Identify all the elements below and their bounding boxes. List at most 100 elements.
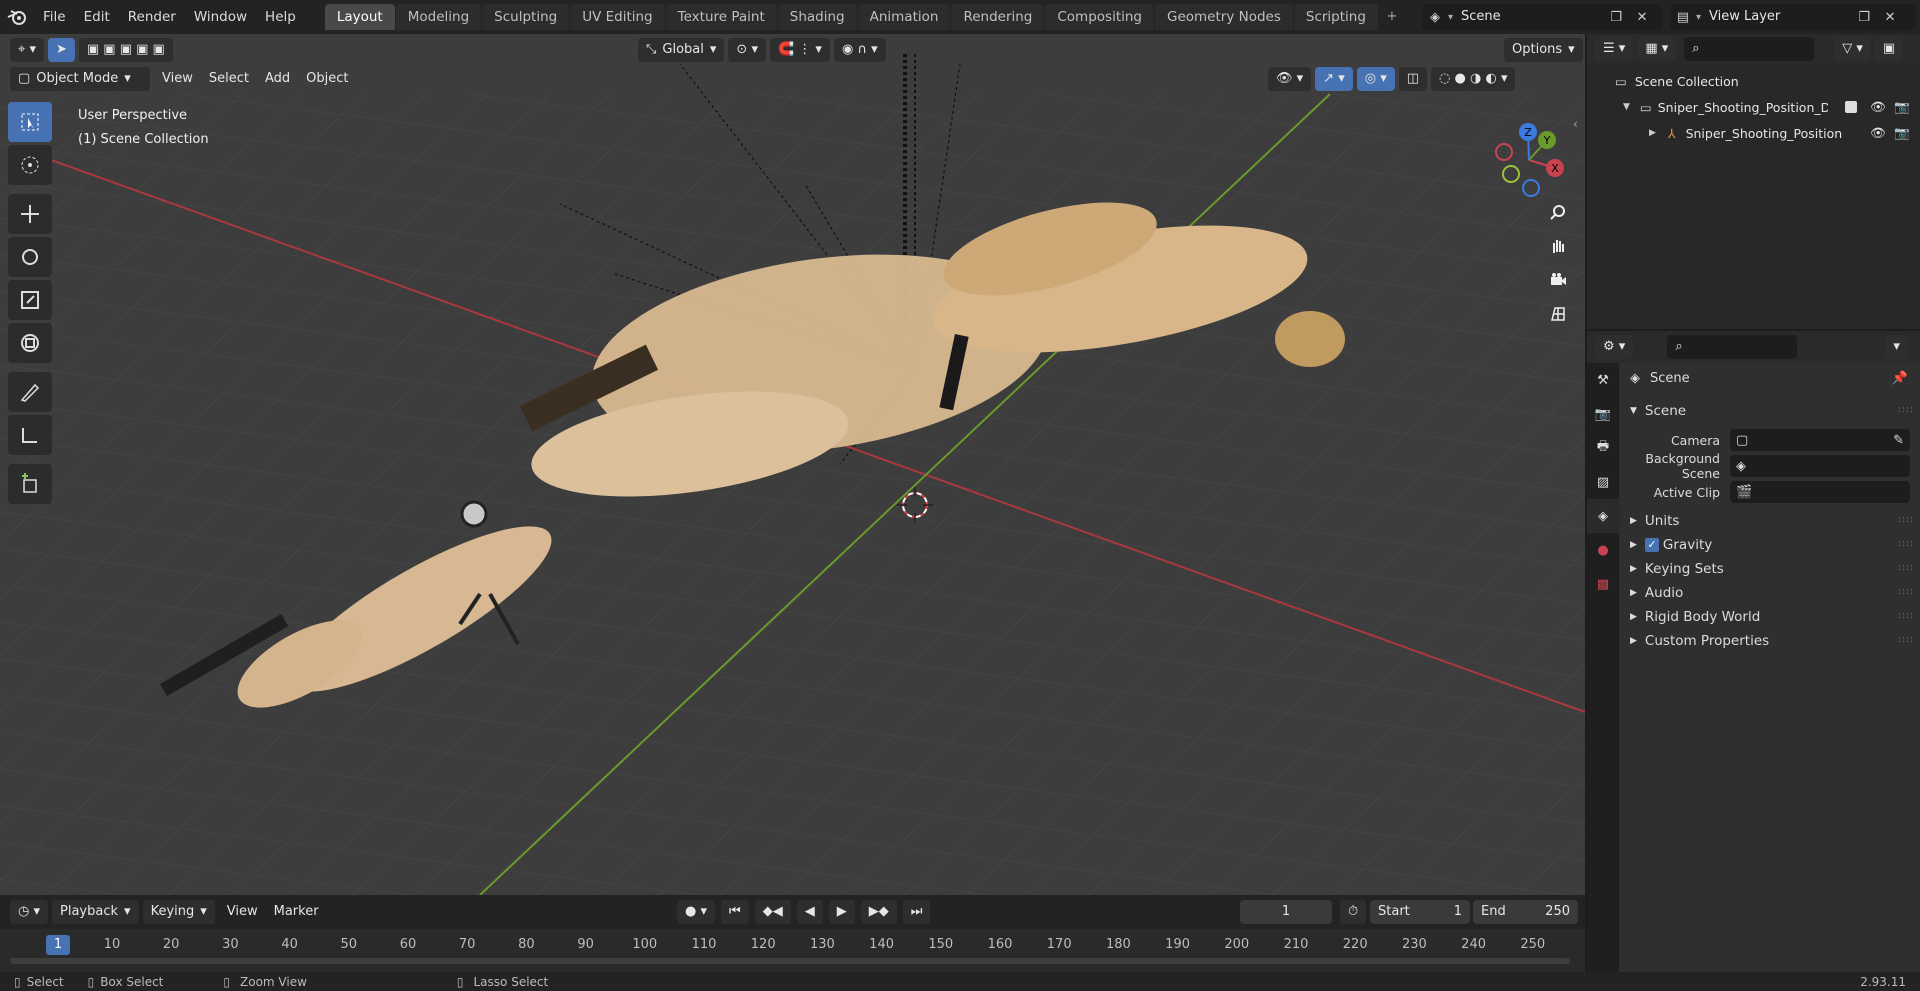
overlay-toggle-icon[interactable]: ◎ ▾ xyxy=(1356,67,1395,91)
new-collection-icon[interactable]: ▣ xyxy=(1874,37,1904,61)
outliner-editor-type-dropdown[interactable]: ☰ ▾ xyxy=(1595,37,1634,61)
active-clip-field[interactable]: 🎬 xyxy=(1730,481,1910,503)
zoom-icon[interactable] xyxy=(1543,197,1573,227)
play-icon[interactable]: ▶ xyxy=(828,900,855,924)
outliner-search-input[interactable]: ⌕ xyxy=(1684,37,1815,61)
world-tab-icon[interactable]: ● xyxy=(1587,533,1619,567)
rotate-tool-icon[interactable] xyxy=(8,237,52,277)
next-keyframe-icon[interactable]: ▶◆ xyxy=(860,900,897,924)
menu-object[interactable]: Object xyxy=(298,67,356,91)
rigid-body-world-panel-header[interactable]: ▶ Rigid Body World xyxy=(1630,605,1760,629)
drag-grip-icon[interactable]: :::: xyxy=(1898,539,1914,549)
timeline-ruler[interactable]: 1 10 20 30 40 50 60 70 80 90 100 110 120 130 140 150 160… xyxy=(0,929,1585,972)
drag-grip-icon[interactable]: :::: xyxy=(1898,587,1914,597)
camera-render-icon[interactable]: 📷 xyxy=(1894,99,1910,115)
copy-scene-icon[interactable]: ❐ xyxy=(1603,4,1629,30)
preview-range-icon[interactable]: ⏱ xyxy=(1340,900,1367,924)
outliner-item-row[interactable]: ▶ ⅄ Sniper_Shooting_Position 👁 📷 xyxy=(1587,120,1920,146)
proportional-editing-icon[interactable]: ◉ ∩ ▾ xyxy=(833,38,886,62)
tab-rendering[interactable]: Rendering xyxy=(951,4,1045,30)
menu-select[interactable]: Select xyxy=(201,67,257,91)
timeline-scrollbar[interactable] xyxy=(10,958,1570,964)
move-tool-icon[interactable] xyxy=(8,194,52,234)
outliner-item-row[interactable]: ▼ ▭ Sniper_Shooting_Position_Des 👁 📷 xyxy=(1587,94,1920,120)
menu-help[interactable]: Help xyxy=(256,5,305,29)
drag-grip-icon[interactable]: :::: xyxy=(1898,635,1914,645)
eyedropper-icon[interactable]: ✎ xyxy=(1893,433,1904,448)
drag-grip-icon[interactable]: :::: xyxy=(1898,405,1914,415)
editor-type-dropdown[interactable]: ⌖ ▾ xyxy=(10,38,44,62)
outliner-root-row[interactable]: ▭ Scene Collection xyxy=(1587,68,1920,94)
units-panel-header[interactable]: ▶ Units xyxy=(1630,509,1679,533)
remove-scene-icon[interactable]: ✕ xyxy=(1629,4,1655,30)
menu-file[interactable]: File xyxy=(34,5,75,29)
prev-keyframe-icon[interactable]: ◆◀ xyxy=(754,900,791,924)
tab-layout[interactable]: Layout xyxy=(324,4,395,30)
object-mode-dropdown[interactable]: ▢ Object Mode ▾ xyxy=(10,67,150,91)
drag-grip-icon[interactable]: :::: xyxy=(1898,563,1914,573)
filter-dropdown[interactable]: ▽ ▾ xyxy=(1834,37,1871,61)
select-tool-icon[interactable]: ➤ xyxy=(47,38,75,62)
gravity-checkbox[interactable]: ✓ xyxy=(1644,538,1659,552)
select-mode-icons[interactable]: ▣ ▣ ▣ ▣ ▣ xyxy=(78,38,173,62)
exclude-checkbox[interactable] xyxy=(1845,101,1857,113)
gravity-panel-header[interactable]: ▶ ✓ Gravity xyxy=(1630,533,1712,557)
menu-view[interactable]: View xyxy=(154,67,201,91)
timeline-view-menu[interactable]: View xyxy=(219,900,266,924)
pivot-point-dropdown[interactable]: ⊙ ▾ xyxy=(728,38,766,62)
menu-add[interactable]: Add xyxy=(257,67,298,91)
snap-toggle-icon[interactable]: 🧲 ⋮ ▾ xyxy=(769,38,830,62)
menu-edit[interactable]: Edit xyxy=(75,5,119,29)
properties-editor-type-dropdown[interactable]: ⚙ ▾ xyxy=(1595,335,1634,359)
texture-tab-icon[interactable]: ▩ xyxy=(1587,567,1619,601)
add-cube-tool-icon[interactable] xyxy=(8,464,52,504)
expand-down-icon[interactable]: ▼ xyxy=(1623,102,1630,112)
jump-start-icon[interactable]: ⏮ xyxy=(721,900,749,924)
background-scene-field[interactable]: ◈ xyxy=(1730,455,1910,477)
custom-properties-panel-header[interactable]: ▶ Custom Properties xyxy=(1630,629,1769,653)
cursor-tool-icon[interactable] xyxy=(8,145,52,185)
view-layer-selector[interactable]: ▤ ▾ View Layer ❐ ✕ xyxy=(1670,4,1916,30)
blender-logo-icon[interactable] xyxy=(0,0,34,34)
visibility-dropdown[interactable]: 👁 ▾ xyxy=(1268,67,1312,91)
xray-toggle-icon[interactable]: ◫ xyxy=(1398,67,1428,91)
tab-uv-editing[interactable]: UV Editing xyxy=(570,4,665,30)
transform-tool-icon[interactable] xyxy=(8,323,52,363)
tab-texture-paint[interactable]: Texture Paint xyxy=(665,4,777,30)
properties-search-input[interactable]: ⌕ xyxy=(1667,335,1798,359)
play-reverse-icon[interactable]: ◀ xyxy=(796,900,823,924)
record-button[interactable]: ● ▾ xyxy=(677,900,716,924)
view-layer-name-field[interactable]: View Layer xyxy=(1701,5,1852,29)
expand-right-icon[interactable]: ▶ xyxy=(1649,128,1656,138)
tool-tab-icon[interactable]: ⚒ xyxy=(1587,363,1619,397)
start-frame-field[interactable]: Start 1 xyxy=(1370,900,1470,924)
scene-panel-header[interactable]: ▼ Scene xyxy=(1630,399,1686,423)
jump-end-icon[interactable]: ⏭ xyxy=(902,900,931,924)
tab-sculpting[interactable]: Sculpting xyxy=(482,4,570,30)
annotate-tool-icon[interactable] xyxy=(8,372,52,412)
camera-field[interactable]: ▢ ✎ xyxy=(1730,429,1910,451)
shading-modes[interactable]: ◌ ● ◑ ◐ ▾ xyxy=(1431,67,1516,91)
current-frame-field[interactable]: 1 xyxy=(1240,900,1332,924)
options-dropdown[interactable]: Options ▾ xyxy=(1504,38,1583,62)
timeline-editor-type-dropdown[interactable]: ◷ ▾ xyxy=(10,900,49,924)
drag-grip-icon[interactable]: :::: xyxy=(1898,515,1914,525)
keying-menu[interactable]: Keying ▾ xyxy=(142,900,215,924)
keying-sets-panel-header[interactable]: ▶ Keying Sets xyxy=(1630,557,1724,581)
marker-menu[interactable]: Marker xyxy=(266,900,327,924)
navigation-gizmo[interactable]: X Y Z xyxy=(1484,110,1574,200)
drag-grip-icon[interactable]: :::: xyxy=(1898,611,1914,621)
audio-panel-header[interactable]: ▶ Audio xyxy=(1630,581,1683,605)
playback-menu[interactable]: Playback ▾ xyxy=(52,900,139,924)
properties-options-dropdown[interactable]: ▾ xyxy=(1885,335,1908,359)
render-tab-icon[interactable]: 📷 xyxy=(1587,397,1619,431)
pan-hand-icon[interactable] xyxy=(1543,231,1573,261)
tab-geometry-nodes[interactable]: Geometry Nodes xyxy=(1155,4,1293,30)
camera-render-icon[interactable]: 📷 xyxy=(1894,125,1910,141)
transform-orientation-dropdown[interactable]: ⤡ Global ▾ xyxy=(638,38,725,62)
measure-tool-icon[interactable] xyxy=(8,415,52,455)
eye-icon[interactable]: 👁 xyxy=(1870,125,1886,141)
add-workspace-icon[interactable]: + xyxy=(1379,4,1405,30)
display-mode-dropdown[interactable]: ▦ ▾ xyxy=(1637,37,1677,61)
gizmo-toggle-icon[interactable]: ↗ ▾ xyxy=(1315,67,1353,91)
